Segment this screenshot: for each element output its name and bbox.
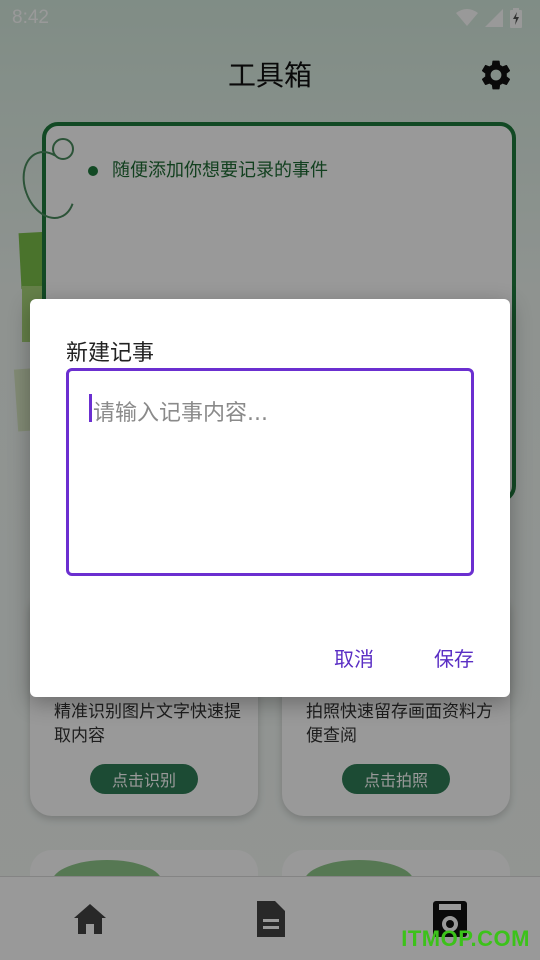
input-placeholder: 请输入记事内容... — [93, 401, 268, 426]
save-button[interactable]: 保存 — [434, 643, 474, 672]
watermark-logo: ITMOP.COM — [401, 926, 530, 951]
new-note-dialog: 新建记事 请输入记事内容... 取消 保存 — [30, 299, 510, 697]
dialog-actions: 取消 保存 — [334, 643, 474, 672]
note-content-input[interactable]: 请输入记事内容... — [66, 368, 474, 576]
dialog-title: 新建记事 — [66, 341, 155, 366]
text-cursor — [89, 394, 92, 422]
cancel-button[interactable]: 取消 — [334, 643, 374, 672]
